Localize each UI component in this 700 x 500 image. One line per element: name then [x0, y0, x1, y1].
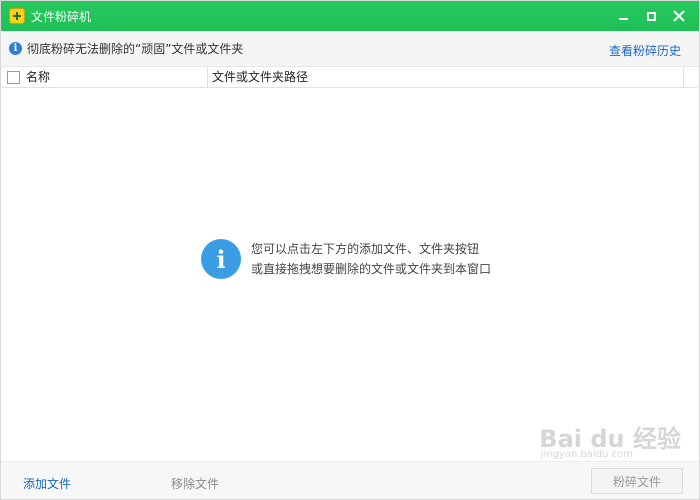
info-bar: i 彻底粉碎无法删除的“顽固”文件或文件夹 查看粉碎历史 [1, 31, 699, 67]
empty-state: i 您可以点击左下方的添加文件、文件夹按钮 或直接拖拽想要删除的文件或文件夹到本… [201, 239, 491, 279]
info-icon: i [9, 42, 22, 55]
minimize-button[interactable] [609, 1, 637, 31]
title-bar[interactable]: 文件粉碎机 [1, 1, 699, 31]
select-all-checkbox[interactable] [7, 70, 20, 84]
bottom-toolbar: 添加文件 移除文件 粉碎文件 [1, 461, 699, 499]
close-button[interactable] [665, 1, 693, 31]
info-icon: i [201, 239, 241, 279]
close-icon [673, 10, 685, 22]
file-shredder-window: 文件粉碎机 i 彻底粉碎无法删除的“顽固”文件或文件夹 查看粉碎历史 名称 文件… [0, 0, 700, 500]
view-history-link[interactable]: 查看粉碎历史 [609, 42, 681, 59]
maximize-button[interactable] [637, 1, 665, 31]
info-text: 彻底粉碎无法删除的“顽固”文件或文件夹 [27, 42, 244, 56]
maximize-icon [646, 11, 656, 21]
column-spacer [684, 67, 698, 88]
window-controls [609, 1, 693, 31]
empty-state-text: 您可以点击左下方的添加文件、文件夹按钮 或直接拖拽想要删除的文件或文件夹到本窗口 [251, 239, 491, 279]
empty-state-line-1: 您可以点击左下方的添加文件、文件夹按钮 [251, 242, 480, 256]
file-table-header: 名称 文件或文件夹路径 [2, 66, 698, 88]
app-logo-icon [9, 8, 25, 24]
window-title: 文件粉碎机 [31, 9, 92, 24]
column-name-header[interactable]: 名称 [26, 66, 208, 88]
add-file-button[interactable]: 添加文件 [23, 475, 71, 492]
empty-state-line-2: 或直接拖拽想要删除的文件或文件夹到本窗口 [251, 262, 492, 276]
minimize-icon [618, 18, 628, 20]
watermark-url: jingyan.baidu.com [540, 449, 633, 460]
remove-file-button[interactable]: 移除文件 [171, 475, 219, 492]
column-path-header[interactable]: 文件或文件夹路径 [208, 66, 684, 88]
shred-file-button[interactable]: 粉碎文件 [591, 468, 683, 494]
